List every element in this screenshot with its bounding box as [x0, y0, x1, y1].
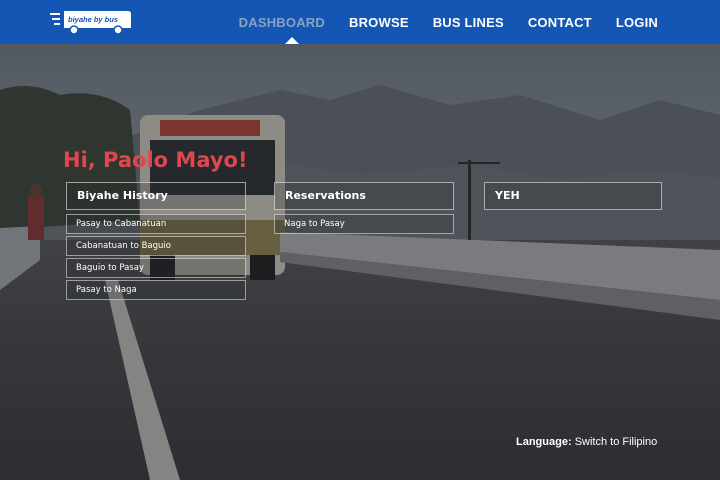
list-item[interactable]: Baguio to Pasay: [66, 258, 246, 278]
top-navbar: biyahe by bus DASHBOARD BROWSE BUS LINES…: [0, 0, 720, 44]
nav-browse[interactable]: BROWSE: [349, 15, 409, 30]
reservations-panel: Reservations Naga to Pasay: [274, 182, 454, 236]
biyahe-history-header[interactable]: Biyahe History: [66, 182, 246, 210]
yeh-header[interactable]: YEH: [484, 182, 662, 210]
list-item[interactable]: Pasay to Cabanatuan: [66, 214, 246, 234]
active-nav-caret-icon: [285, 37, 299, 44]
reservations-list: Naga to Pasay: [274, 214, 454, 234]
greeting-heading: Hi, Paolo Mayo!: [63, 148, 248, 172]
yeh-panel: YEH: [484, 182, 662, 210]
list-item[interactable]: Naga to Pasay: [274, 214, 454, 234]
language-label: Language:: [516, 436, 572, 448]
nav-bus-lines[interactable]: BUS LINES: [433, 15, 504, 30]
logo-text: biyahe by bus: [68, 15, 118, 24]
list-item[interactable]: Pasay to Naga: [66, 280, 246, 300]
list-item[interactable]: Cabanatuan to Baguio: [66, 236, 246, 256]
switch-language-link[interactable]: Switch to Filipino: [575, 436, 658, 448]
reservations-header[interactable]: Reservations: [274, 182, 454, 210]
nav-dashboard[interactable]: DASHBOARD: [239, 15, 325, 30]
language-switcher: Language: Switch to Filipino: [516, 436, 657, 448]
bus-logo-icon[interactable]: biyahe by bus: [50, 8, 132, 36]
main-nav: DASHBOARD BROWSE BUS LINES CONTACT LOGIN: [215, 0, 658, 44]
nav-login[interactable]: LOGIN: [616, 15, 658, 30]
biyahe-history-panel: Biyahe History Pasay to Cabanatuan Caban…: [66, 182, 246, 302]
nav-contact[interactable]: CONTACT: [528, 15, 592, 30]
biyahe-history-list: Pasay to Cabanatuan Cabanatuan to Baguio…: [66, 214, 246, 300]
